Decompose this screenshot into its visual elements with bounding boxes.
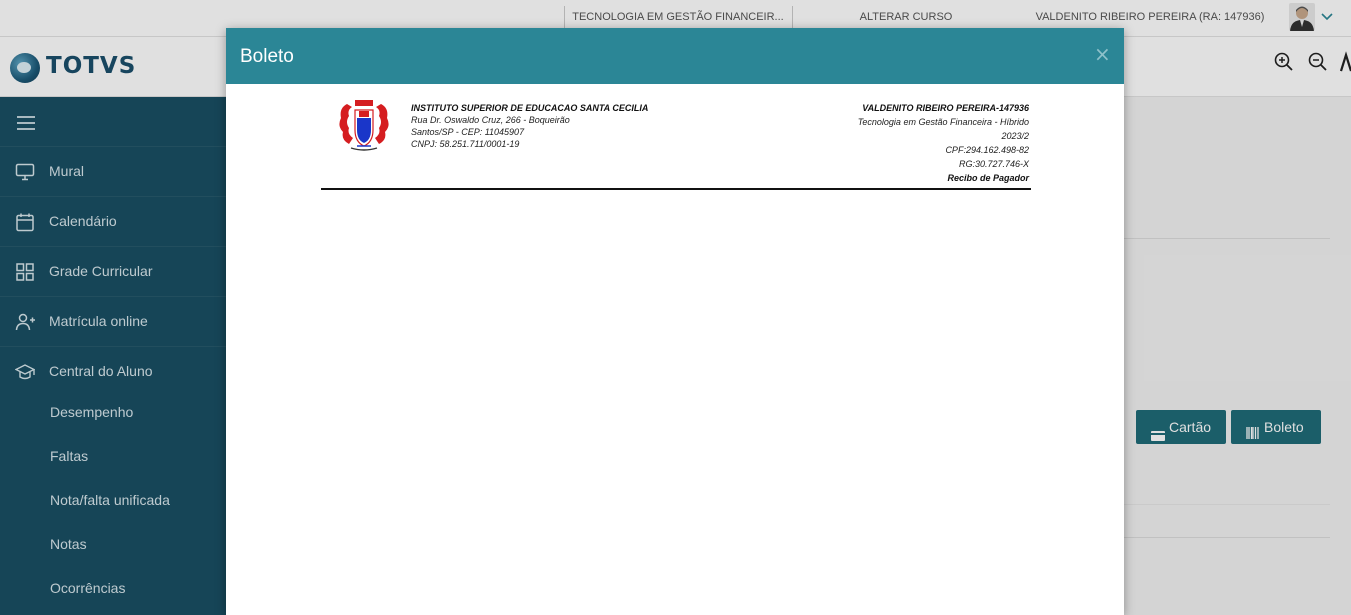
- student-rg: RG:30.727.746-X: [958, 159, 1029, 169]
- student-period: 2023/2: [1001, 131, 1029, 141]
- student-cpf: CPF:294.162.498-82: [945, 145, 1029, 155]
- institution-address: Rua Dr. Oswaldo Cruz, 266 - Boqueirão: [411, 115, 570, 125]
- student-info: VALDENITO RIBEIRO PEREIRA-147936 Tecnolo…: [858, 101, 1029, 185]
- institution-info: INSTITUTO SUPERIOR DE EDUCACAO SANTA CEC…: [411, 102, 648, 150]
- student-name: VALDENITO RIBEIRO PEREIRA-147936: [862, 103, 1029, 113]
- student-course: Tecnologia em Gestão Financeira - Híbrid…: [857, 117, 1029, 127]
- payer-receipt: INSTITUTO SUPERIOR DE EDUCACAO SANTA CEC…: [321, 98, 1031, 190]
- close-icon[interactable]: ×: [1094, 42, 1111, 66]
- institution-city: Santos/SP - CEP: 11045907: [411, 127, 525, 137]
- institution-cnpj: CNPJ: 58.251.711/0001-19: [411, 139, 520, 149]
- boleto-modal: Boleto × INSTITUTO SUPERIOR DE EDUCACAO …: [226, 28, 1124, 615]
- modal-title: Boleto: [240, 46, 294, 67]
- institution-name: INSTITUTO SUPERIOR DE EDUCACAO SANTA CEC…: [411, 103, 649, 113]
- institution-crest-icon: [335, 98, 393, 152]
- modal-header: Boleto ×: [226, 28, 1124, 84]
- document-type: Recibo de Pagador: [947, 173, 1029, 183]
